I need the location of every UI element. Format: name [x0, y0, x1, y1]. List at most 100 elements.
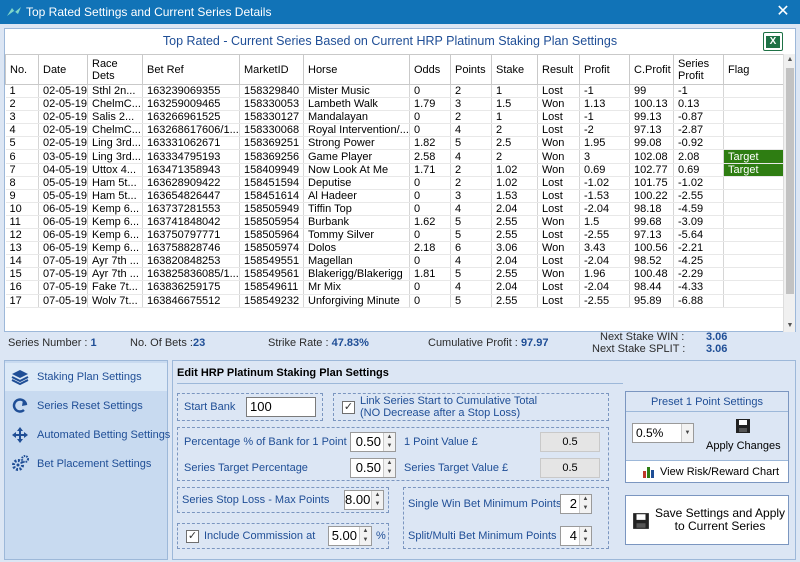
column-header[interactable]: Date	[38, 54, 88, 85]
start-bank-input[interactable]: 100	[246, 397, 316, 417]
single-win-stepper[interactable]: 2 ▲ ▼	[560, 494, 592, 514]
series-table[interactable]: No. Date Race Dets Bet Ref MarketID Horse Odds…	[5, 54, 783, 332]
table-cell: Dolos	[303, 241, 410, 256]
table-cell: Kemp 6...	[87, 228, 143, 243]
nav-staking-plan-settings[interactable]: Staking Plan Settings	[5, 363, 167, 391]
table-cell: -2	[579, 123, 630, 138]
column-header[interactable]: Result	[537, 54, 580, 85]
close-button[interactable]: ✕	[766, 0, 800, 24]
table-cell: Kemp 6...	[87, 202, 143, 216]
nav-label: Automated Betting Settings	[37, 429, 171, 441]
save-settings-button[interactable]: Save Settings and Apply to Current Serie…	[625, 495, 789, 545]
apply-changes-button[interactable]: Apply Changes	[702, 416, 786, 456]
column-header[interactable]: Horse	[303, 54, 410, 85]
table-cell: -2.04	[579, 202, 630, 216]
preset-select[interactable]: 0.5% ▼	[632, 423, 694, 443]
column-header[interactable]: No.	[5, 54, 39, 85]
table-row[interactable]: 16 07-05-19 Fake 7t... 163836259175 15854961…	[5, 280, 783, 295]
table-cell: 158505964	[239, 228, 304, 243]
table-cell: Salis 2...	[87, 110, 143, 125]
column-header[interactable]: Profit	[579, 54, 630, 85]
table-cell: 2.55	[491, 215, 538, 230]
scroll-down-icon[interactable]: ▼	[784, 320, 796, 332]
chevron-down-icon[interactable]: ▼	[681, 424, 693, 442]
stepper-arrows-icon[interactable]: ▲ ▼	[383, 433, 395, 451]
table-cell: 0	[409, 84, 451, 99]
export-excel-button[interactable]: X	[763, 32, 783, 51]
table-row[interactable]: 15 07-05-19 Ayr 7th ... 163825836085/1... 15…	[5, 267, 783, 282]
column-header[interactable]: Stake	[491, 54, 538, 85]
table-row[interactable]: 2 02-05-19 ChelmC... 163259009465 158330053 L…	[5, 97, 783, 112]
stepper-arrows-icon[interactable]: ▲ ▼	[383, 459, 395, 477]
nav-automated-betting-settings[interactable]: Automated Betting Settings	[5, 421, 171, 449]
table-cell: 3	[5, 110, 39, 125]
table-cell: Lost	[537, 228, 580, 243]
table-row[interactable]: 10 06-05-19 Kemp 6... 163737281553 158505949…	[5, 202, 783, 216]
stepper-arrows-icon[interactable]: ▲ ▼	[579, 527, 591, 545]
column-header[interactable]: Series Profit	[673, 54, 724, 85]
table-row[interactable]: 11 06-05-19 Kemp 6... 163741848042 158505954…	[5, 215, 783, 230]
table-cell: 163737281553	[142, 202, 240, 216]
column-header[interactable]: Race Dets	[87, 54, 143, 85]
stack-icon	[11, 370, 29, 386]
stepper-arrows-icon[interactable]: ▲ ▼	[579, 495, 591, 513]
include-commission-checkbox[interactable]: ✓	[186, 530, 199, 543]
column-header[interactable]: Bet Ref	[142, 54, 240, 85]
series-target-pct-stepper[interactable]: 0.50 ▲ ▼	[350, 458, 396, 478]
column-header[interactable]: C.Profit	[629, 54, 674, 85]
table-row[interactable]: 12 06-05-19 Kemp 6... 163750797771 158505964…	[5, 228, 783, 243]
table-row[interactable]: 7 04-05-19 Uttox 4... 163471358943 158409949…	[5, 163, 783, 177]
commission-stepper[interactable]: 5.00 ▲ ▼	[328, 526, 372, 546]
table-row[interactable]: 17 07-05-19 Wolv 7t... 163846675512 15854923…	[5, 294, 783, 308]
table-row[interactable]: 1 02-05-19 Sthl 2n... 163239069355 158329840…	[5, 84, 783, 99]
excel-icon: X	[766, 36, 780, 48]
table-cell: 5	[450, 267, 492, 282]
stop-loss-label: Series Stop Loss - Max Points	[182, 494, 330, 506]
table-cell: Royal Intervention/...	[303, 123, 410, 138]
table-row[interactable]: 5 02-05-19 Ling 3rd... 163331062671 15836925…	[5, 136, 783, 151]
table-row[interactable]: 8 05-05-19 Ham 5t... 163628909422 158451594 D…	[5, 176, 783, 190]
stepper-arrows-icon[interactable]: ▲ ▼	[371, 491, 383, 509]
column-header[interactable]: Odds	[409, 54, 451, 85]
table-cell: 163239069355	[142, 84, 240, 99]
table-row[interactable]: 14 07-05-19 Ayr 7th ... 163820848253 1585495…	[5, 254, 783, 269]
table-row[interactable]: 6 03-05-19 Ling 3rd... 163334795193 15836925…	[5, 149, 783, 164]
table-row[interactable]: 13 06-05-19 Kemp 6... 163758828746 158505974…	[5, 241, 783, 256]
table-cell: Ayr 7th ...	[87, 254, 143, 269]
table-cell: 2.55	[491, 267, 538, 282]
table-cell: 100.56	[629, 241, 674, 256]
stop-loss-stepper[interactable]: 8.00 ▲ ▼	[344, 490, 384, 510]
table-cell: 2.04	[491, 280, 538, 295]
table-cell: 2.5	[491, 136, 538, 151]
view-risk-reward-button[interactable]: View Risk/Reward Chart	[626, 460, 788, 482]
nav-bet-placement-settings[interactable]: Bet Placement Settings	[5, 450, 167, 478]
table-row[interactable]: 4 02-05-19 ChelmC... 163268617606/1... 15833…	[5, 123, 783, 138]
grid-scrollbar[interactable]: ▲ ▼	[783, 54, 795, 332]
table-cell: 2.55	[491, 294, 538, 308]
table-cell: Ling 3rd...	[87, 149, 143, 164]
table-cell: Tommy Silver	[303, 228, 410, 243]
table-cell: 2.58	[409, 149, 451, 164]
table-cell: 07-05-19	[38, 294, 88, 308]
column-header[interactable]: Flag	[723, 54, 783, 85]
table-cell: 5	[450, 294, 492, 308]
nav-series-reset-settings[interactable]: Series Reset Settings	[5, 392, 167, 420]
table-cell: 1.71	[409, 163, 451, 177]
scroll-up-icon[interactable]: ▲	[784, 54, 796, 66]
pct-bank-label: Percentage % of Bank for 1 Point	[184, 436, 347, 448]
column-header[interactable]: Points	[450, 54, 492, 85]
nav-label: Staking Plan Settings	[37, 371, 142, 383]
table-row[interactable]: 9 05-05-19 Ham 5t... 163654826447 158451614 A…	[5, 189, 783, 203]
title-bar: Top Rated Settings and Current Series De…	[0, 0, 800, 24]
table-cell	[723, 84, 783, 99]
table-row[interactable]: 3 02-05-19 Salis 2... 163266961525 158330127…	[5, 110, 783, 125]
column-header[interactable]: MarketID	[239, 54, 304, 85]
split-multi-stepper[interactable]: 4 ▲ ▼	[560, 526, 592, 546]
table-cell	[723, 189, 783, 203]
stepper-arrows-icon[interactable]: ▲ ▼	[359, 527, 371, 545]
scroll-thumb[interactable]	[786, 68, 794, 294]
link-series-checkbox[interactable]: ✓	[342, 401, 355, 414]
table-cell: 2.18	[409, 241, 451, 256]
pct-bank-stepper[interactable]: 0.50 ▲ ▼	[350, 432, 396, 452]
table-cell: Lost	[537, 202, 580, 216]
